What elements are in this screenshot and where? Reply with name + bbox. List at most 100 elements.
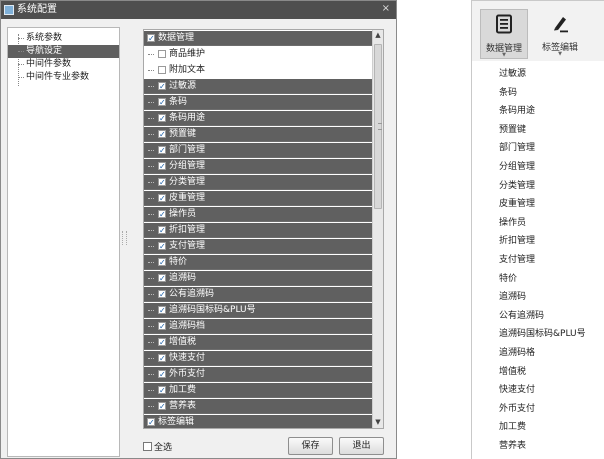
menu-item[interactable]: 追溯码 [499,291,526,303]
menu-item[interactable]: 过敏源 [499,68,526,80]
menu-item[interactable]: 追溯码格 [499,347,535,359]
tree-item[interactable]: 中间件参数 [8,58,119,71]
row-checkbox[interactable]: ✓ [158,354,166,363]
menu-item[interactable]: 加工费 [499,421,526,433]
tree-list-row[interactable]: ✓ 追溯码国标码&PLU号 [144,303,372,318]
splitter-grip[interactable] [122,231,127,245]
tree-list-row[interactable]: ✓ 外币支付 [144,367,372,382]
row-label: 数据管理 [158,33,195,43]
row-label: 附加文本 [169,65,206,75]
tree-list-row[interactable]: ✓ 营养表 [144,399,372,414]
tree-list-row[interactable]: ✓ 预置键 [144,127,372,142]
tree-list-row[interactable]: ✓ 增值税 [144,335,372,350]
tree-list-row[interactable]: ✓ 支付管理 [144,239,372,254]
ribbon-tab-data-management[interactable]: 数据管理 ▼ [480,9,528,59]
menu-item[interactable]: 条码用途 [499,105,535,117]
row-checkbox[interactable] [158,50,166,58]
menu-item[interactable]: 营养表 [499,440,526,452]
settings-category-tree: 系统参数 导航设定 中间件参数 中间件专业参数 [7,27,120,457]
row-label: 追溯码 [169,273,197,283]
tree-list-row[interactable]: ✓ 折扣管理 [144,223,372,238]
row-checkbox[interactable]: ✓ [158,210,166,219]
row-checkbox[interactable]: ✓ [158,290,166,299]
row-label: 皮重管理 [169,193,206,203]
scroll-down-arrow-icon[interactable]: ▼ [373,417,383,428]
row-checkbox[interactable]: ✓ [158,242,166,251]
tree-item[interactable]: 系统参数 [8,32,119,45]
tree-list-row[interactable]: ✓ 皮重管理 [144,191,372,206]
menu-item[interactable]: 条码 [499,87,517,99]
menu-item[interactable]: 分类管理 [499,180,535,192]
row-checkbox[interactable] [158,66,166,74]
tree-list-row[interactable]: ✓ 追溯码 [144,271,372,286]
scroll-up-arrow-icon[interactable]: ▲ [373,30,383,41]
row-checkbox[interactable]: ✓ [158,130,166,139]
save-button[interactable]: 保存 [288,437,333,455]
row-checkbox[interactable]: ✓ [158,322,166,331]
menu-item[interactable]: 公有追溯码 [499,310,544,322]
menu-item[interactable]: 追溯码国标码&PLU号 [499,328,586,340]
pen-icon [554,17,568,33]
menu-item[interactable]: 外币支付 [499,403,535,415]
menu-item[interactable]: 折扣管理 [499,235,535,247]
row-checkbox[interactable]: ✓ [158,146,166,155]
tree-list-row[interactable]: ✓ 标签编辑 [144,415,372,428]
select-all-checkbox[interactable]: 全选 [143,440,172,453]
tree-list-row[interactable]: ✓ 公有追溯码 [144,287,372,302]
menu-item[interactable]: 增值税 [499,366,526,378]
tree-connector [18,38,24,39]
tree-list-row[interactable]: 商品维护 [144,47,372,62]
tree-list-row[interactable]: ✓ 操作员 [144,207,372,222]
row-checkbox[interactable]: ✓ [158,98,166,107]
tree-connector [148,246,154,247]
row-checkbox[interactable]: ✓ [158,194,166,203]
row-checkbox[interactable]: ✓ [158,258,166,267]
row-checkbox[interactable]: ✓ [147,418,155,427]
tree-list-row[interactable]: ✓ 追溯码档 [144,319,372,334]
menu-item[interactable]: 支付管理 [499,254,535,266]
tree-list-row[interactable]: 附加文本 [144,63,372,78]
ribbon-tab-label-edit[interactable]: 标签编辑 ▼ [532,9,588,59]
menu-item[interactable]: 分组管理 [499,161,535,173]
tree-list-row[interactable]: ✓ 数据管理 [144,31,372,46]
menu-item[interactable]: 操作员 [499,217,526,229]
tree-list-row[interactable]: ✓ 加工费 [144,383,372,398]
tree-list-row[interactable]: ✓ 过敏源 [144,79,372,94]
row-label: 部门管理 [169,145,206,155]
tree-list-row[interactable]: ✓ 条码用途 [144,111,372,126]
app-icon [4,5,14,15]
menu-item[interactable]: 特价 [499,273,517,285]
row-checkbox[interactable]: ✓ [158,162,166,171]
tree-list-row[interactable]: ✓ 分组管理 [144,159,372,174]
tree-item[interactable]: 导航设定 [8,45,119,58]
tree-connector [148,198,154,199]
row-checkbox[interactable]: ✓ [158,338,166,347]
row-label: 追溯码档 [169,321,206,331]
menu-item[interactable]: 皮重管理 [499,198,535,210]
row-checkbox[interactable]: ✓ [158,82,166,91]
row-checkbox[interactable]: ✓ [158,226,166,235]
row-checkbox[interactable]: ✓ [158,114,166,123]
tree-item[interactable]: 中间件专业参数 [8,71,119,84]
menu-item[interactable]: 快速支付 [499,384,535,396]
row-checkbox[interactable]: ✓ [147,34,155,43]
tree-list-row[interactable]: ✓ 特价 [144,255,372,270]
tree-list-row[interactable]: ✓ 快速支付 [144,351,372,366]
row-checkbox[interactable]: ✓ [158,386,166,395]
row-checkbox[interactable]: ✓ [158,178,166,187]
scrollbar-thumb[interactable] [374,44,382,209]
row-checkbox[interactable]: ✓ [158,306,166,315]
row-checkbox[interactable]: ✓ [158,402,166,411]
row-checkbox[interactable]: ✓ [158,370,166,379]
close-icon[interactable]: × [382,3,390,15]
menu-item[interactable]: 部门管理 [499,142,535,154]
tree-list-row[interactable]: ✓ 分类管理 [144,175,372,190]
vertical-scrollbar[interactable]: ▲ ▼ [372,30,383,428]
row-label: 条码用途 [169,113,206,123]
row-checkbox[interactable]: ✓ [158,274,166,283]
menu-item[interactable]: 预置键 [499,124,526,136]
exit-button[interactable]: 退出 [339,437,384,455]
tree-list-row[interactable]: ✓ 条码 [144,95,372,110]
tree-list-row[interactable]: ✓ 部门管理 [144,143,372,158]
checkbox-box[interactable] [143,442,152,451]
